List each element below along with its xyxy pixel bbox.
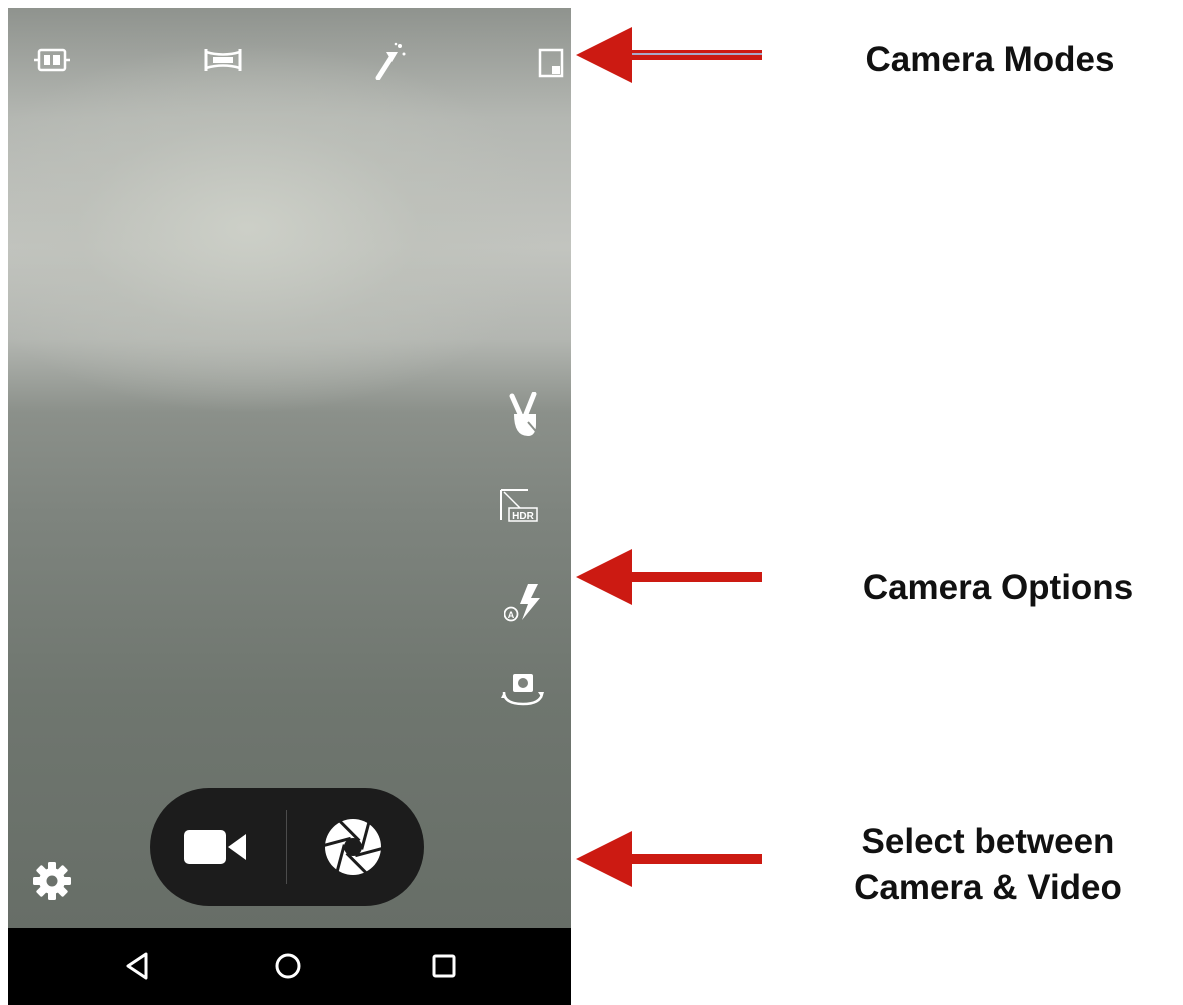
magic-wand-effects-icon[interactable] [372,42,406,80]
camera-options-arrow [576,549,762,605]
gear-icon[interactable] [32,861,72,901]
back-icon[interactable] [118,946,158,986]
capture-mode-switch [150,788,424,906]
pill-divider [286,810,287,884]
hdr-text: HDR [512,511,534,522]
camera-modes-arrow [576,27,762,83]
auto-flash-icon[interactable]: A [504,584,544,622]
recents-icon[interactable] [424,946,464,986]
home-icon[interactable] [268,946,308,986]
gesture-shot-icon[interactable] [504,392,544,440]
auto-flash-text: A [508,610,515,620]
camera-options-label: Camera Options [862,568,1134,607]
panorama-mode-icon[interactable] [34,46,70,74]
camera-app-screen: HDR A [8,8,571,1005]
wide-panorama-mode-icon[interactable] [204,46,242,74]
select-camera-video-label-line1: Select between [861,822,1115,861]
select-camera-video-label-line2: Camera & Video [854,868,1122,907]
select-mode-arrow [576,831,762,887]
camera-viewfinder[interactable]: HDR A [8,8,571,928]
shutter-icon[interactable] [324,818,382,876]
mode-selector-icon[interactable] [538,48,564,78]
camera-modes-label: Camera Modes [865,40,1115,79]
navigation-bar [8,928,571,1005]
switch-camera-icon[interactable] [500,670,546,710]
hdr-icon[interactable]: HDR [498,486,538,524]
video-camera-icon[interactable] [184,830,248,864]
